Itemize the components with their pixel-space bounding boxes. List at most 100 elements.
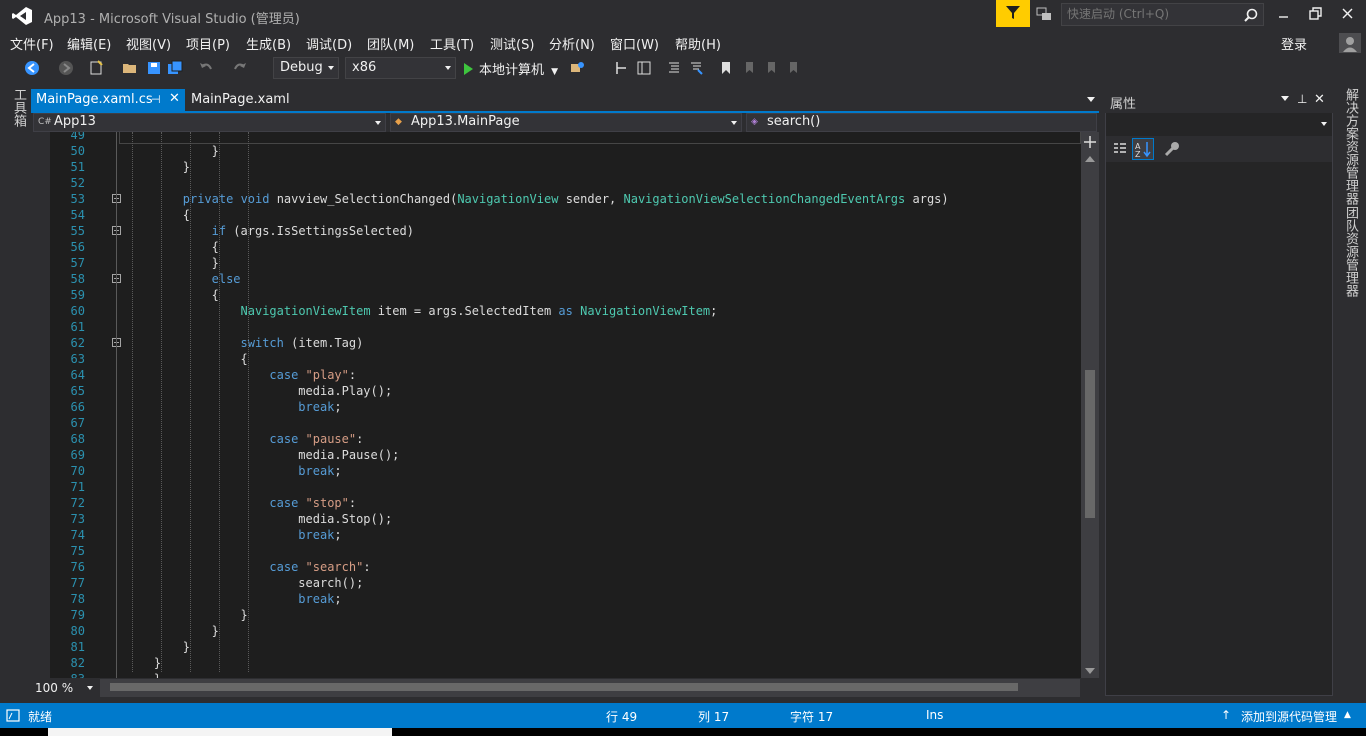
code-line[interactable]: 59 { — [31, 287, 1081, 303]
menu-project[interactable]: 项目(P) — [186, 34, 230, 53]
restore-icon[interactable] — [1306, 5, 1326, 23]
close-tab-icon[interactable]: ✕ — [169, 91, 180, 106]
tab-overflow-icon[interactable] — [1087, 97, 1095, 102]
code-line[interactable]: 55 if (args.IsSettingsSelected) — [31, 223, 1081, 239]
close-window-icon[interactable] — [1338, 5, 1358, 23]
menu-team[interactable]: 团队(M) — [367, 34, 414, 53]
categorized-icon[interactable] — [1112, 141, 1128, 157]
panel-close-icon[interactable]: ✕ — [1314, 92, 1325, 107]
zoom-level-select[interactable]: 100 % — [31, 679, 99, 697]
menu-file[interactable]: 文件(F) — [10, 34, 54, 53]
horizontal-scrollbar[interactable] — [100, 679, 1080, 697]
browse-icon[interactable] — [569, 60, 585, 76]
tab-mainpage-xaml[interactable]: MainPage.xaml — [191, 92, 290, 107]
code-line[interactable]: 71 — [31, 479, 1081, 495]
pin-icon[interactable]: ⊣ — [151, 93, 161, 106]
code-line[interactable]: 70 break; — [31, 463, 1081, 479]
code-line[interactable]: 60 NavigationViewItem item = args.Selecte… — [31, 303, 1081, 319]
menu-test[interactable]: 测试(S) — [490, 34, 534, 53]
navigate-back-icon[interactable] — [24, 60, 40, 76]
code-line[interactable]: 76 case "search": — [31, 559, 1081, 575]
code-line[interactable]: 73 media.Stop(); — [31, 511, 1081, 527]
code-line[interactable]: 53 private void navview_SelectionChanged(… — [31, 191, 1081, 207]
format-document-icon[interactable] — [666, 60, 682, 76]
scroll-up-icon[interactable] — [1085, 155, 1095, 163]
code-line[interactable]: 49 — [31, 132, 1081, 143]
save-icon[interactable] — [146, 60, 162, 76]
navigate-forward-icon[interactable] — [58, 60, 74, 76]
code-line[interactable]: 66 break; — [31, 399, 1081, 415]
class-nav-select[interactable]: ◆ App13.MainPage — [390, 113, 742, 132]
notification-filter-button[interactable] — [996, 0, 1030, 27]
undo-icon[interactable] — [198, 60, 214, 76]
avatar[interactable] — [1339, 33, 1361, 53]
layout-icon[interactable] — [636, 60, 652, 76]
minimize-icon[interactable] — [1274, 5, 1294, 23]
code-line[interactable]: 61 — [31, 319, 1081, 335]
menu-build[interactable]: 生成(B) — [246, 34, 291, 53]
menu-help[interactable]: 帮助(H) — [675, 34, 721, 53]
code-line[interactable]: 74 break; — [31, 527, 1081, 543]
save-all-icon[interactable] — [167, 60, 183, 76]
output-window-icon[interactable] — [6, 709, 20, 722]
menu-debug[interactable]: 调试(D) — [306, 34, 352, 53]
code-line[interactable]: 51} — [31, 159, 1081, 175]
code-line[interactable]: 62 switch (item.Tag) — [31, 335, 1081, 351]
split-window-icon[interactable] — [1084, 136, 1096, 148]
previous-bookmark-icon[interactable] — [740, 60, 756, 76]
code-line[interactable]: 63 { — [31, 351, 1081, 367]
member-nav-select[interactable]: ◈ search() — [746, 113, 1097, 132]
panel-pin-icon[interactable]: ⊥ — [1297, 92, 1307, 106]
code-line[interactable]: 77 search(); — [31, 575, 1081, 591]
code-line[interactable]: 82} — [31, 655, 1081, 671]
quick-launch-box[interactable] — [1061, 3, 1264, 26]
code-line[interactable]: 81} — [31, 639, 1081, 655]
code-line[interactable]: 69 media.Pause(); — [31, 447, 1081, 463]
vertical-scrollbar[interactable] — [1081, 132, 1099, 678]
wrench-icon[interactable] — [1163, 140, 1181, 158]
solution-explorer-tab[interactable]: 解决方案资源管理器 — [1341, 88, 1360, 205]
code-line[interactable]: 65 media.Play(); — [31, 383, 1081, 399]
clear-bookmarks-icon[interactable] — [784, 60, 800, 76]
code-line[interactable]: 50} — [31, 143, 1081, 159]
quick-launch-input[interactable] — [1067, 7, 1237, 21]
code-line[interactable]: 78 break; — [31, 591, 1081, 607]
toolbox-tab[interactable]: 工具箱 — [9, 88, 28, 127]
step-into-icon[interactable] — [614, 60, 630, 76]
solution-configuration-select[interactable]: Debug — [273, 57, 339, 79]
team-explorer-tab[interactable]: 团队资源管理器 — [1341, 206, 1360, 297]
vertical-scroll-thumb[interactable] — [1085, 370, 1095, 518]
comment-icon[interactable] — [688, 60, 704, 76]
chevron-up-icon[interactable]: ▲ — [1344, 710, 1351, 720]
menu-analyze[interactable]: 分析(N) — [549, 34, 595, 53]
menu-tools[interactable]: 工具(T) — [430, 34, 474, 53]
code-line[interactable]: 72 case "stop": — [31, 495, 1081, 511]
properties-object-select[interactable] — [1106, 114, 1332, 134]
code-line[interactable]: 58 else — [31, 271, 1081, 287]
horizontal-scroll-thumb[interactable] — [110, 683, 1018, 691]
code-line[interactable]: 52 — [31, 175, 1081, 191]
menu-edit[interactable]: 编辑(E) — [67, 34, 111, 53]
bookmark-icon[interactable] — [718, 60, 734, 76]
code-line[interactable]: 75 — [31, 543, 1081, 559]
code-line[interactable]: 67 — [31, 415, 1081, 431]
alphabetical-button[interactable]: AZ — [1132, 138, 1154, 160]
code-editor[interactable]: 49 50} 51} 52 53 private void navview_Selecti… — [31, 132, 1099, 678]
code-line[interactable]: 83} — [31, 671, 1081, 678]
code-line[interactable]: 56 { — [31, 239, 1081, 255]
scroll-down-icon[interactable] — [1085, 667, 1095, 675]
code-line[interactable]: 80} — [31, 623, 1081, 639]
code-line[interactable]: 79} — [31, 607, 1081, 623]
add-to-source-control-button[interactable]: 添加到源代码管理 — [1241, 708, 1337, 725]
new-project-icon[interactable] — [88, 60, 104, 76]
open-file-icon[interactable] — [122, 60, 138, 76]
code-line[interactable]: 57} — [31, 255, 1081, 271]
tab-mainpage-xaml-cs[interactable]: MainPage.xaml.cs ⊣ ✕ — [31, 89, 185, 111]
project-nav-select[interactable]: C# App13 — [33, 113, 386, 132]
redo-icon[interactable] — [232, 60, 248, 76]
start-debugging-button[interactable]: 本地计算机 ▼ — [464, 59, 558, 78]
code-line[interactable]: 54 { — [31, 207, 1081, 223]
code-line[interactable]: 68 case "pause": — [31, 431, 1081, 447]
panel-menu-icon[interactable] — [1281, 96, 1289, 101]
feedback-icon[interactable] — [1036, 6, 1052, 22]
